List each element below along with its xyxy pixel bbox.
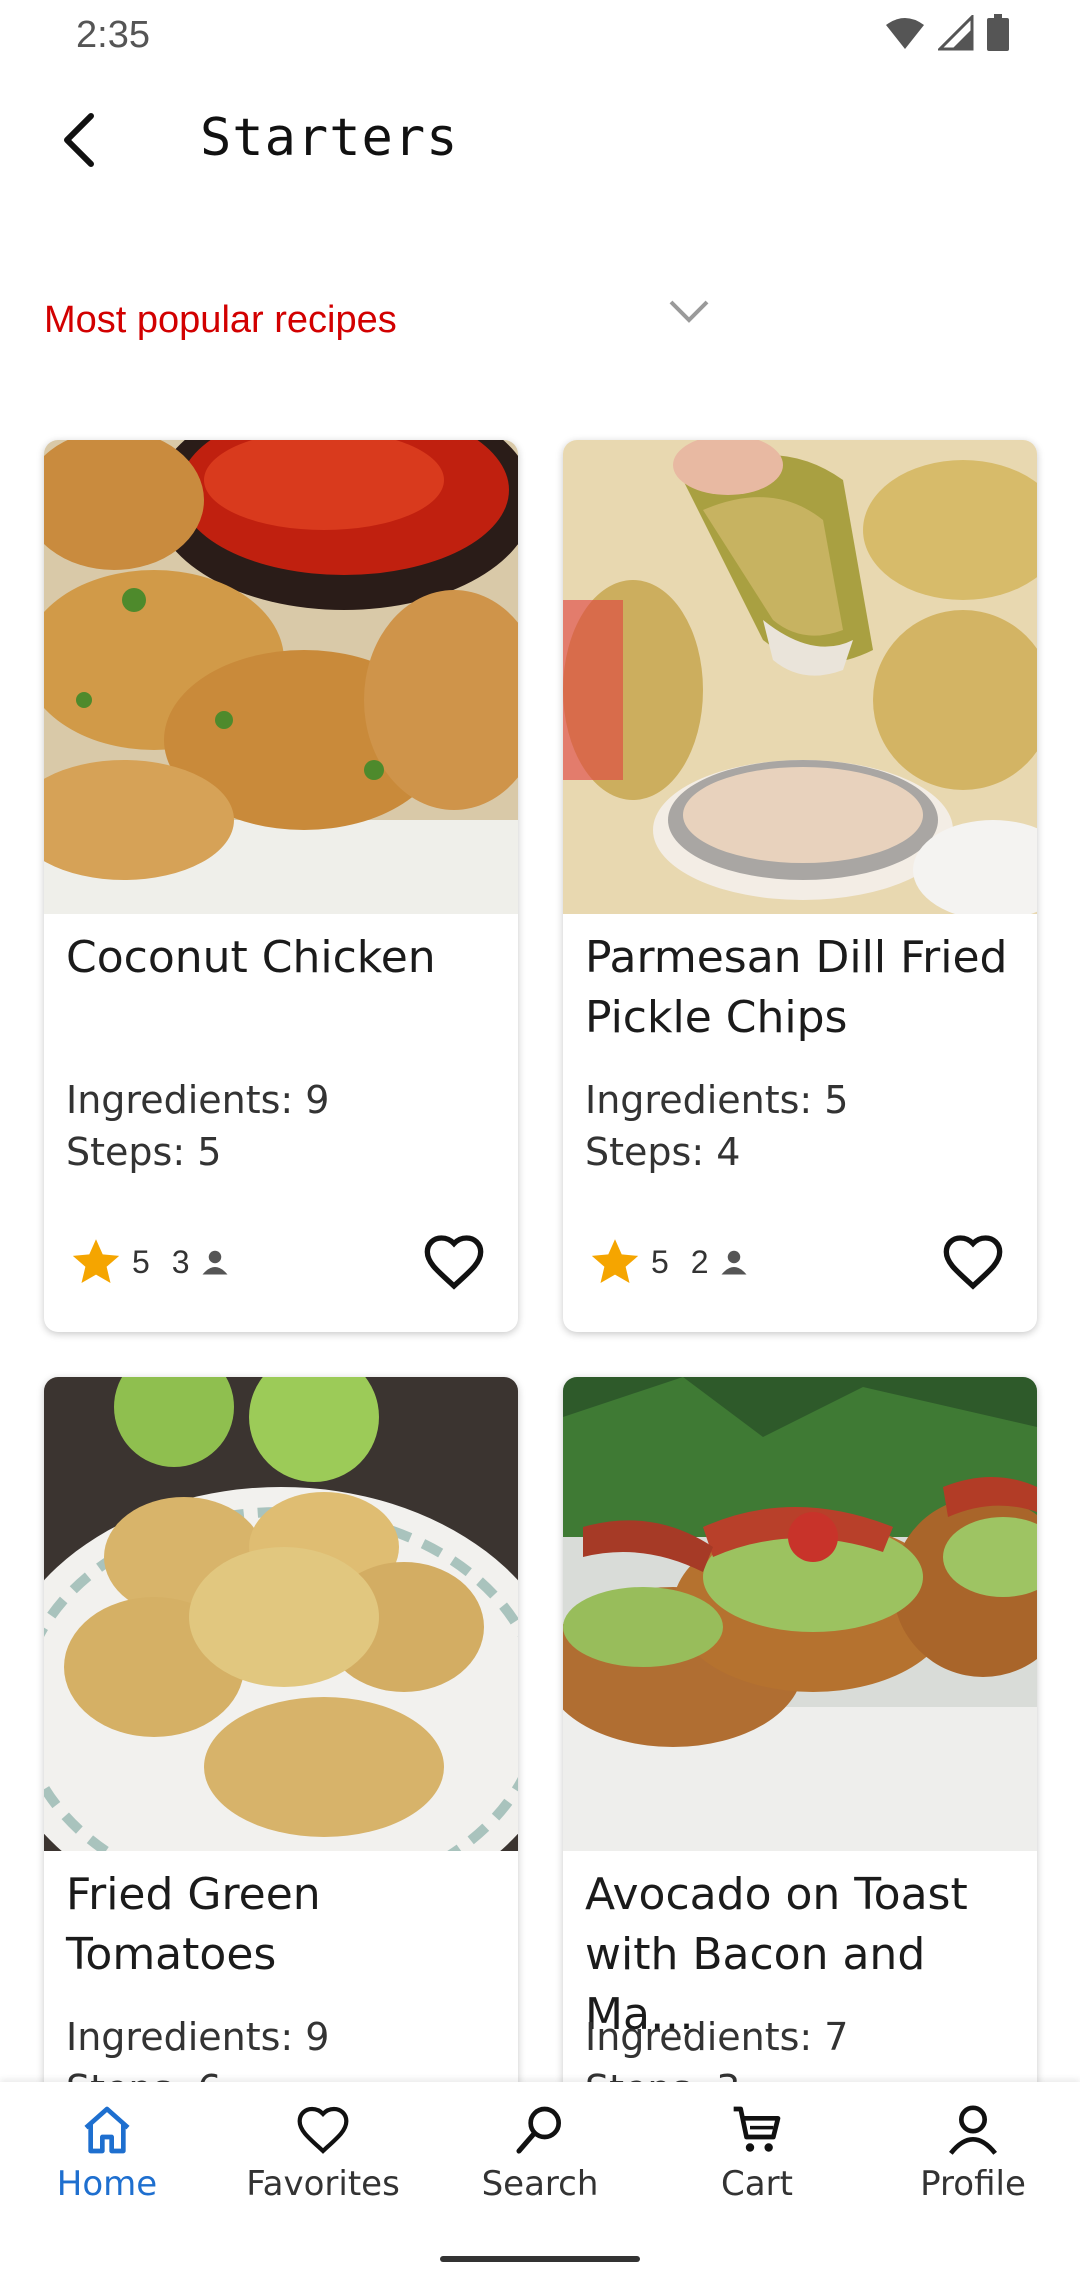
recipe-ingredients: Ingredients: 9 [66, 2015, 330, 2059]
recipe-title: Parmesan Dill Fried Pickle Chips [585, 932, 1008, 1043]
nav-cart[interactable]: Cart [657, 2102, 857, 2222]
recipe-image [563, 440, 1037, 914]
heart-icon [297, 2106, 349, 2154]
rating-value: 5 [132, 1243, 150, 1280]
recipe-card[interactable]: Parmesan Dill Fried Pickle Chips Ingredi… [563, 440, 1037, 1332]
person-icon [202, 1250, 228, 1275]
back-button[interactable] [44, 105, 114, 175]
status-time: 2:35 [76, 14, 150, 56]
recipe-ingredients: Ingredients: 7 [585, 2015, 849, 2059]
recipe-image [563, 1377, 1037, 1851]
nav-search[interactable]: Search [440, 2102, 640, 2222]
recipe-card[interactable]: Coconut Chicken Ingredients: 9 Steps: 5 … [44, 440, 518, 1332]
recipe-title: Coconut Chicken [66, 932, 436, 983]
bottom-navigation: Home Favorites Search Cart Profile [0, 2082, 1080, 2280]
nav-favorites[interactable]: Favorites [223, 2102, 423, 2222]
favorite-heart-icon[interactable] [422, 1230, 486, 1294]
review-count: 2 [690, 1243, 709, 1280]
nav-label: Home [56, 2164, 158, 2204]
recipe-steps: Steps: 5 [66, 1130, 222, 1174]
home-icon [84, 2106, 130, 2154]
nav-label: Search [481, 2164, 599, 2204]
review-count: 3 [171, 1243, 190, 1280]
nav-profile[interactable]: Profile [873, 2102, 1073, 2222]
battery-icon [987, 14, 1009, 51]
recipe-rating: 5 3 [70, 1236, 230, 1288]
recipe-steps: Steps: 4 [585, 1130, 741, 1174]
recipe-image [44, 440, 518, 914]
star-icon [591, 1239, 639, 1284]
back-arrow-icon [64, 113, 94, 167]
nav-label: Favorites [246, 2164, 400, 2204]
favorite-heart-icon[interactable] [941, 1230, 1005, 1294]
status-bar: 2:35 [0, 0, 1080, 70]
search-icon [516, 2106, 561, 2154]
chevron-down-icon [669, 300, 709, 323]
signal-icon [938, 15, 974, 51]
rating-value: 5 [651, 1243, 669, 1280]
star-icon [72, 1239, 120, 1284]
home-indicator[interactable] [440, 2256, 640, 2262]
wifi-icon [886, 18, 924, 49]
recipe-meta: Ingredients: 9 Steps: 5 [66, 1074, 329, 1178]
nav-label: Profile [920, 2164, 1026, 2204]
nav-label: Cart [721, 2164, 793, 2204]
recipe-ingredients: Ingredients: 9 [66, 1078, 330, 1122]
recipe-ingredients: Ingredients: 5 [585, 1078, 849, 1122]
page-title: Starters [200, 108, 459, 168]
profile-icon [949, 2105, 997, 2155]
sort-dropdown[interactable]: Most popular recipes [44, 280, 724, 360]
recipe-image [44, 1377, 518, 1851]
app-bar: Starters [0, 80, 1080, 200]
recipe-title: Fried Green Tomatoes [66, 1869, 321, 1980]
person-icon [721, 1250, 747, 1275]
sort-selected-label: Most popular recipes [44, 298, 397, 341]
status-icons [884, 14, 1010, 52]
recipe-rating: 5 2 [589, 1236, 749, 1288]
cart-icon [733, 2106, 781, 2152]
nav-home[interactable]: Home [7, 2102, 207, 2222]
recipe-meta: Ingredients: 5 Steps: 4 [585, 1074, 848, 1178]
